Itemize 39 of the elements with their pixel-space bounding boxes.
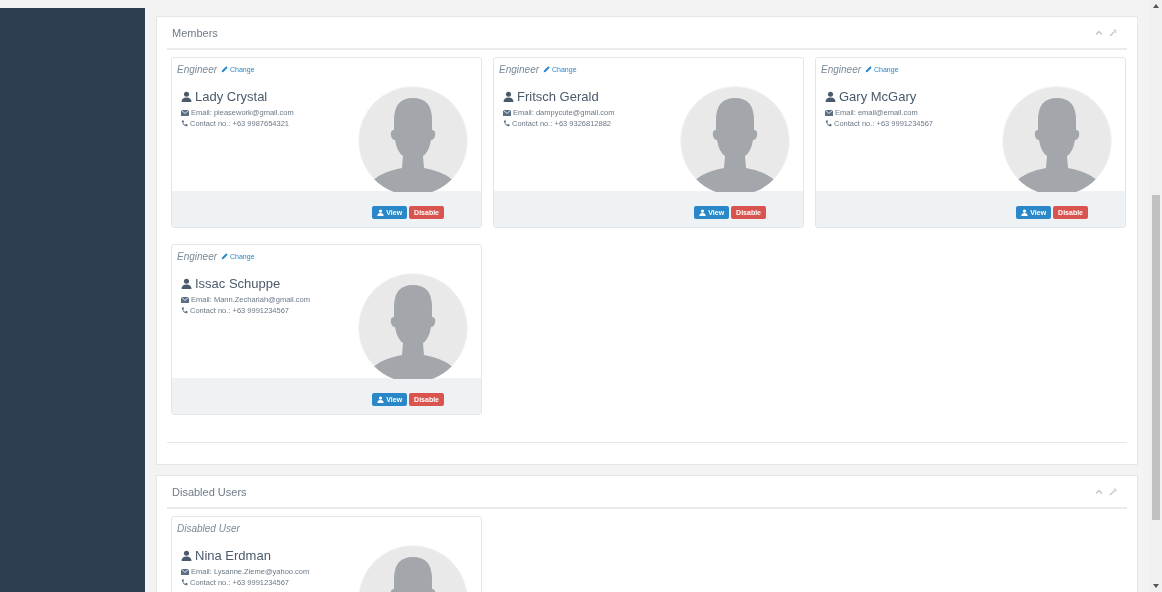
user-icon	[825, 91, 836, 102]
envelope-icon	[181, 296, 189, 303]
collapse-icon[interactable]	[1095, 489, 1103, 494]
member-name: Issac Schuppe	[195, 276, 281, 291]
phone-icon	[181, 307, 188, 314]
envelope-icon	[181, 109, 189, 116]
user-icon	[503, 91, 514, 102]
phone-icon	[503, 120, 510, 127]
phone-icon	[825, 120, 832, 127]
envelope-icon	[825, 109, 833, 116]
role-label: Engineer	[499, 64, 540, 75]
role-label: Engineer	[177, 64, 218, 75]
panel-title: Members	[172, 26, 218, 39]
pencil-icon	[543, 66, 551, 73]
user-icon	[1021, 209, 1029, 216]
role-label: Engineer	[177, 251, 218, 262]
user-icon	[377, 209, 385, 216]
phone-icon	[181, 579, 188, 586]
user-icon	[377, 396, 385, 403]
user-icon	[699, 209, 707, 216]
user-icon	[181, 91, 192, 102]
member-name: Gary McGary	[839, 89, 917, 104]
pencil-icon	[221, 66, 229, 73]
envelope-icon	[181, 568, 189, 575]
envelope-icon	[503, 109, 511, 116]
pencil-icon	[865, 66, 873, 73]
wrench-icon[interactable]	[1109, 28, 1117, 37]
user-icon	[181, 278, 192, 289]
wrench-icon[interactable]	[1109, 487, 1117, 496]
pencil-icon	[221, 253, 229, 260]
member-name: Nina Erdman	[195, 548, 271, 563]
role-label: Engineer	[821, 64, 862, 75]
user-icon	[181, 550, 192, 561]
collapse-icon[interactable]	[1095, 30, 1103, 35]
member-name: Lady Crystal	[195, 89, 268, 104]
phone-icon	[181, 120, 188, 127]
role-label: Disabled User	[177, 523, 240, 534]
panel-title: Disabled Users	[172, 485, 247, 498]
member-name: Fritsch Gerald	[517, 89, 599, 104]
